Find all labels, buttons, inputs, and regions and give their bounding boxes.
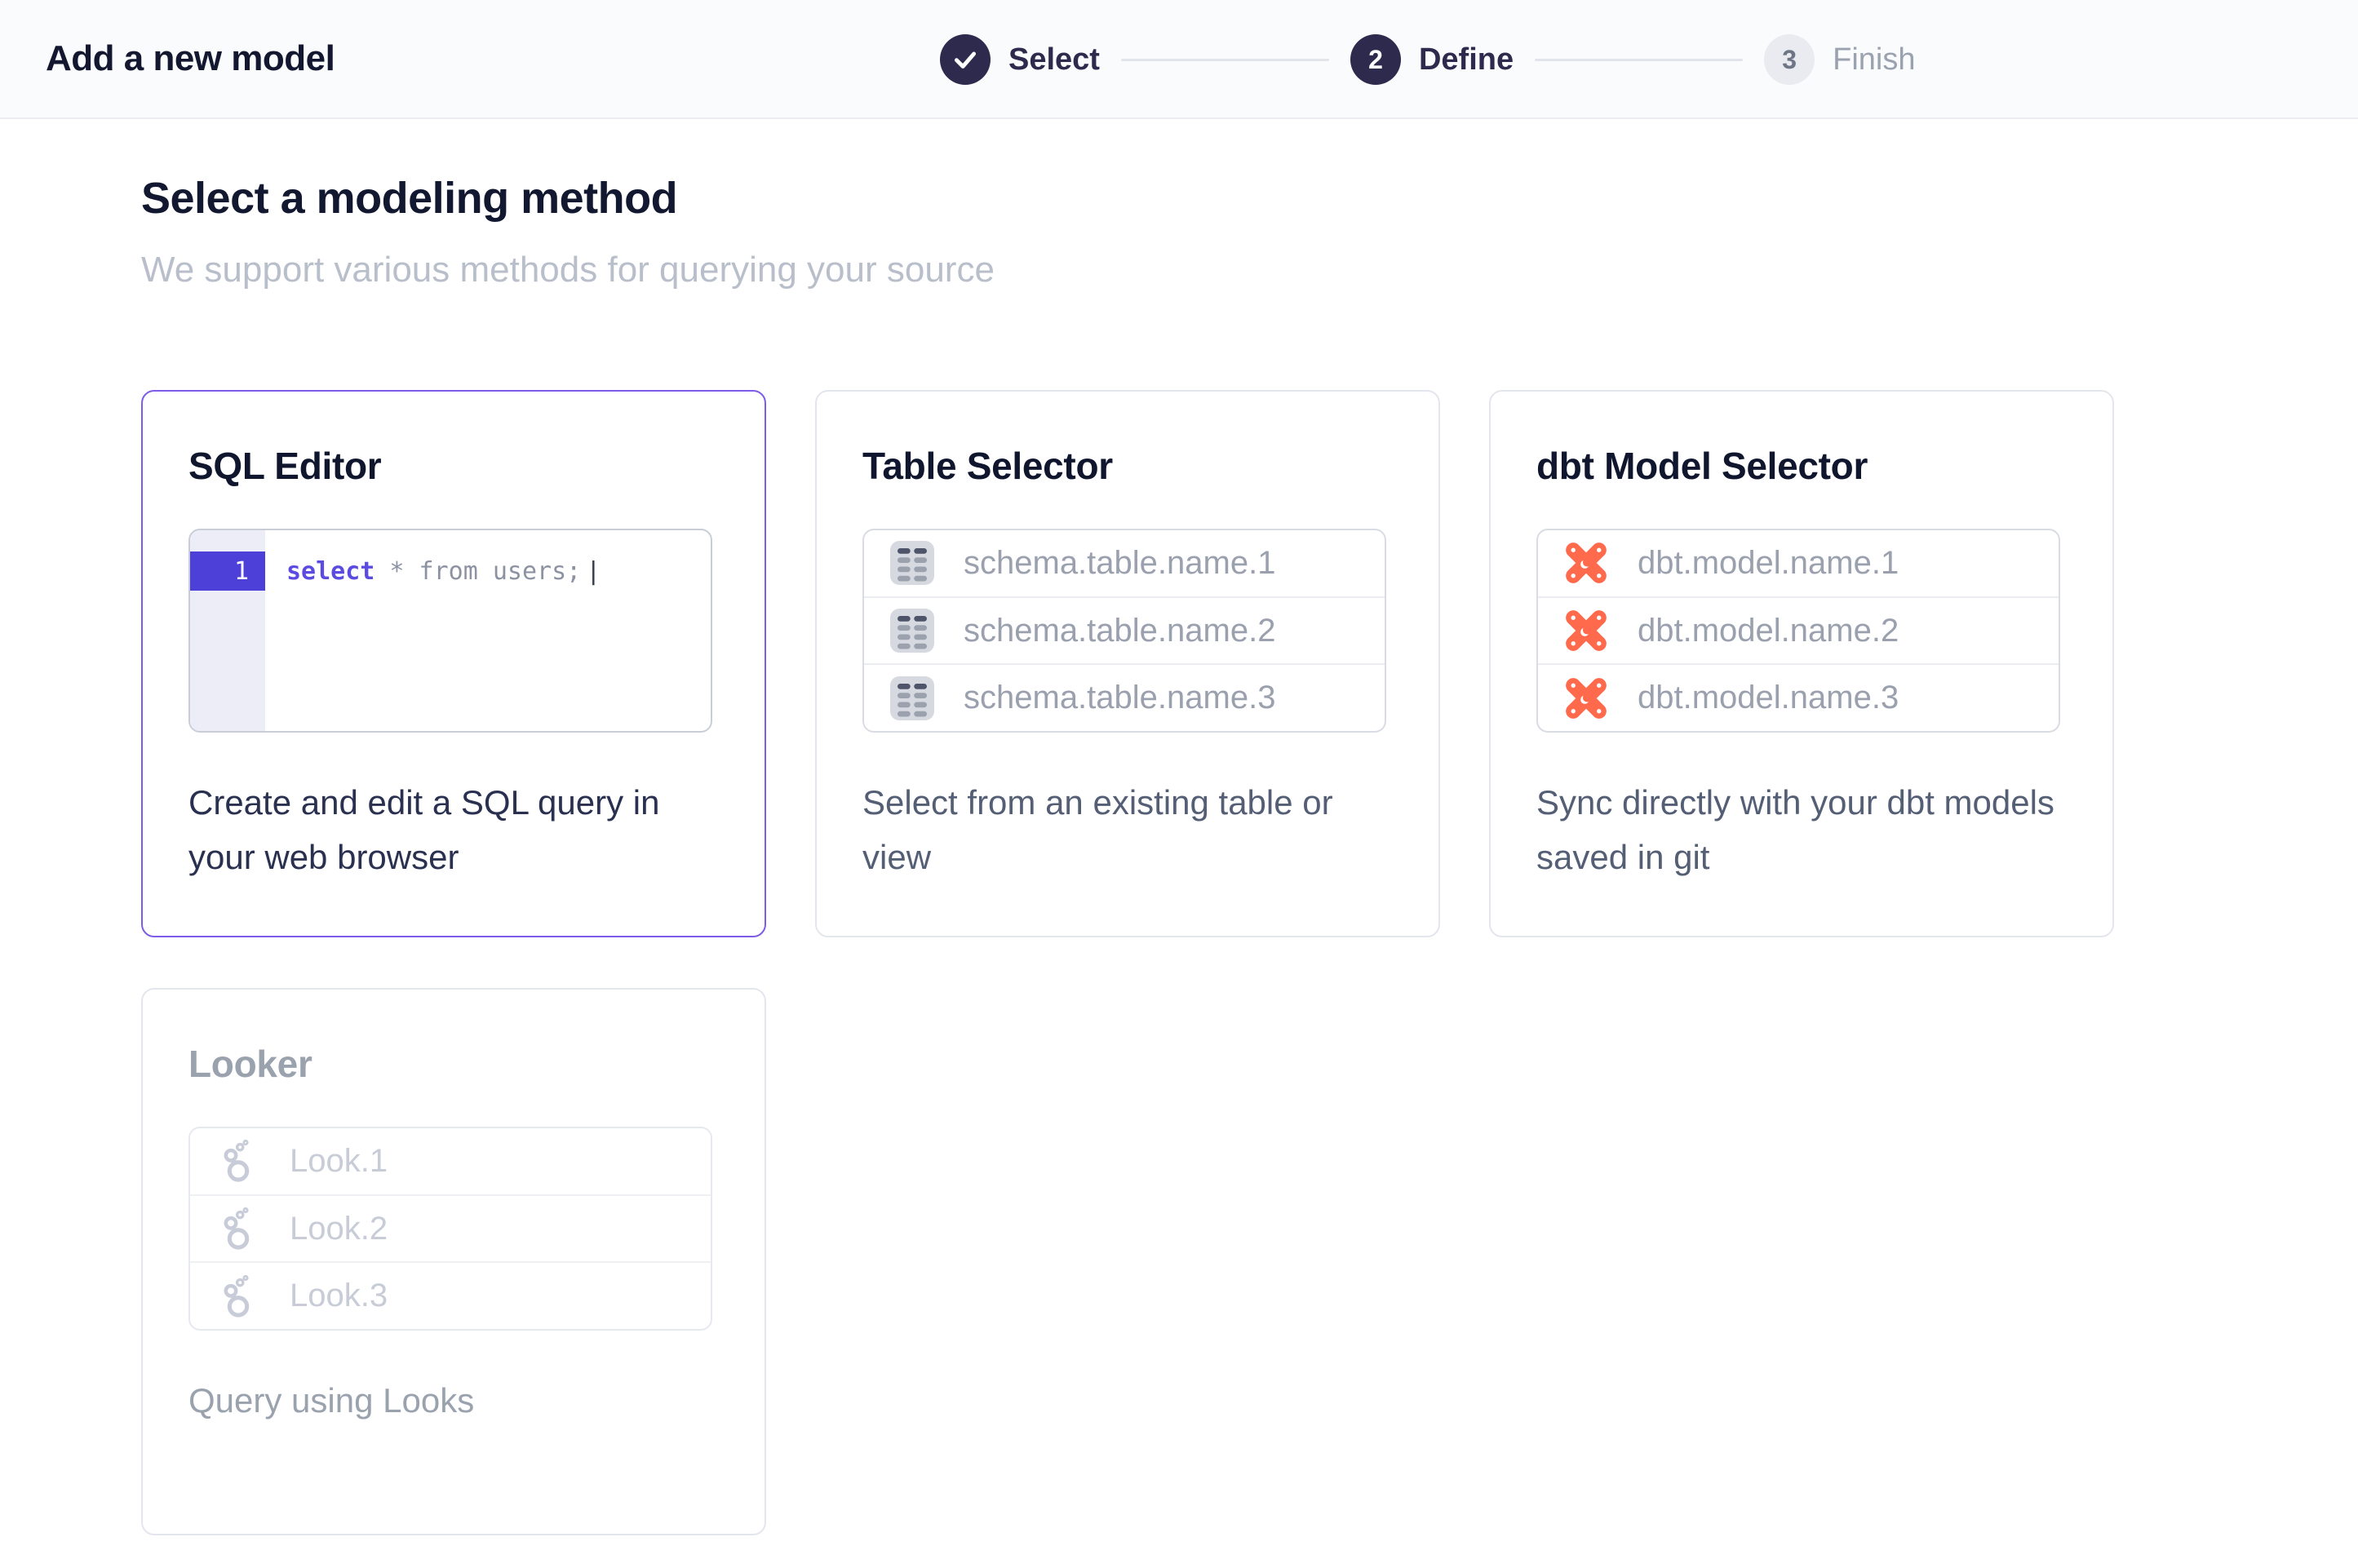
list-item: Look.2 — [190, 1194, 711, 1262]
card-description: Create and edit a SQL query in your web … — [188, 775, 715, 884]
looker-icon — [216, 1139, 260, 1183]
step-finish-marker: 3 — [1764, 34, 1815, 85]
looker-icon — [216, 1274, 260, 1318]
method-card-looker: Looker Look.1 — [141, 988, 766, 1535]
list-item: dbt.model.name.1 — [1538, 530, 2059, 596]
card-description: Sync directly with your dbt models saved… — [1536, 775, 2063, 884]
card-title: Looker — [188, 1042, 719, 1087]
looker-list-preview: Look.1 Look.2 — [188, 1127, 712, 1331]
method-card-sql-editor[interactable]: SQL Editor 1 select * from users;| Creat… — [141, 390, 766, 937]
card-title: SQL Editor — [188, 444, 719, 489]
list-item-label: schema.table.name.2 — [964, 613, 1275, 649]
list-item-label: dbt.model.name.2 — [1638, 613, 1899, 649]
card-title: dbt Model Selector — [1536, 444, 2067, 489]
list-item-label: Look.1 — [290, 1143, 388, 1180]
dbt-list-preview: dbt.model.name.1 — [1536, 529, 2060, 733]
card-title: Table Selector — [862, 444, 1393, 489]
step-select[interactable]: Select — [940, 34, 1100, 85]
list-item: Look.1 — [190, 1128, 711, 1194]
sql-editor-preview: 1 select * from users;| — [188, 529, 712, 733]
stepper-connector — [1535, 59, 1743, 61]
list-item: schema.table.name.1 — [864, 530, 1385, 596]
table-grid-icon — [890, 609, 934, 653]
list-item: dbt.model.name.3 — [1538, 663, 2059, 731]
list-item: Look.3 — [190, 1261, 711, 1329]
page-title: Add a new model — [46, 38, 335, 79]
method-card-table-selector[interactable]: Table Selector schema.table.name.1 — [815, 390, 1440, 937]
list-item-label: schema.table.name.3 — [964, 680, 1275, 716]
dbt-icon — [1564, 541, 1608, 585]
editor-gutter: 1 — [190, 530, 265, 731]
list-item: schema.table.name.3 — [864, 663, 1385, 731]
looker-icon — [216, 1207, 260, 1251]
table-list-preview: schema.table.name.1 schema.table.name.2 — [862, 529, 1386, 733]
method-card-dbt-selector[interactable]: dbt Model Selector — [1489, 390, 2114, 937]
card-description: Query using Looks — [188, 1373, 715, 1428]
list-item: dbt.model.name.2 — [1538, 596, 2059, 664]
list-item-label: dbt.model.name.3 — [1638, 680, 1899, 716]
method-cards: SQL Editor 1 select * from users;| Creat… — [141, 390, 2358, 1535]
section-heading: Select a modeling method — [141, 173, 2358, 224]
check-icon — [951, 46, 979, 73]
wizard-stepper: Select 2 Define 3 Finish — [940, 0, 1915, 119]
editor-code-area: select * from users;| — [265, 530, 601, 731]
table-grid-icon — [890, 676, 934, 720]
step-finish-label: Finish — [1833, 42, 1915, 78]
step-define-marker: 2 — [1350, 34, 1401, 85]
code-line: select * from users;| — [286, 551, 601, 591]
step-finish[interactable]: 3 Finish — [1764, 34, 1915, 85]
section-subheading: We support various methods for querying … — [141, 250, 2358, 290]
active-line-number: 1 — [190, 551, 265, 591]
dbt-icon — [1564, 609, 1608, 653]
table-grid-icon — [890, 541, 934, 585]
list-item: schema.table.name.2 — [864, 596, 1385, 664]
text-cursor: | — [586, 557, 601, 586]
sql-keyword: select — [286, 557, 375, 586]
wizard-header: Add a new model Select 2 Define 3 — [0, 0, 2358, 119]
add-model-wizard: Add a new model Select 2 Define 3 — [0, 0, 2358, 1568]
step-define[interactable]: 2 Define — [1350, 34, 1514, 85]
list-item-label: dbt.model.name.1 — [1638, 545, 1899, 582]
step-define-label: Define — [1419, 42, 1514, 78]
list-item-label: Look.2 — [290, 1211, 388, 1247]
dbt-icon — [1564, 676, 1608, 720]
list-item-label: schema.table.name.1 — [964, 545, 1275, 582]
card-description: Select from an existing table or view — [862, 775, 1389, 884]
step-select-label: Select — [1008, 42, 1100, 78]
step-select-marker — [940, 34, 991, 85]
list-item-label: Look.3 — [290, 1278, 388, 1314]
sql-code-rest: * from users; — [375, 557, 581, 586]
stepper-connector — [1121, 59, 1329, 61]
wizard-body: Select a modeling method We support vari… — [0, 119, 2358, 1535]
